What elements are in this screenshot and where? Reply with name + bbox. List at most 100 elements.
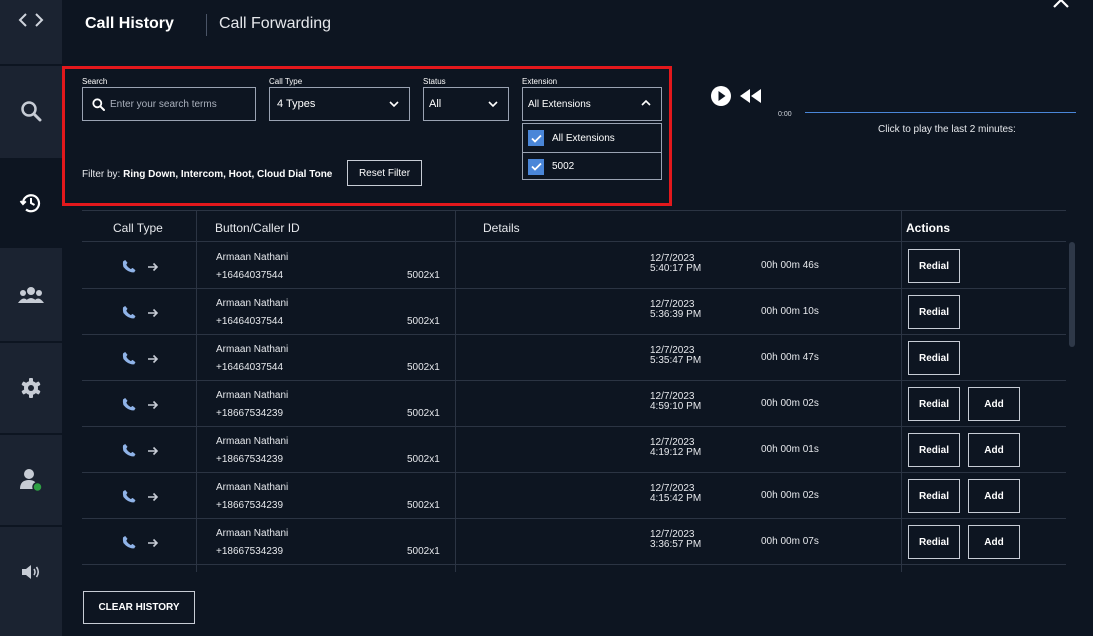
extension-option-label: All Extensions xyxy=(552,132,615,144)
call-time: 5:40:17 PM xyxy=(650,263,702,274)
search-input[interactable] xyxy=(110,98,240,110)
outgoing-arrow-icon xyxy=(147,308,159,318)
call-type-cell xyxy=(122,259,159,274)
reset-filter-button[interactable]: Reset Filter xyxy=(347,160,422,186)
progress-track[interactable] xyxy=(805,112,1076,113)
clear-history-button[interactable]: CLEAR HISTORY xyxy=(83,591,195,624)
extension-label: Extension xyxy=(522,77,558,86)
redial-button[interactable]: Redial xyxy=(908,387,960,421)
col-actions: Actions xyxy=(906,221,951,235)
outgoing-arrow-icon xyxy=(147,262,159,272)
table-header: Call Type Button/Caller ID Details Actio… xyxy=(82,210,1066,242)
outgoing-arrow-icon xyxy=(147,538,159,548)
outgoing-arrow-icon xyxy=(147,400,159,410)
call-type-cell xyxy=(122,351,159,366)
search-icon xyxy=(92,97,105,111)
add-contact-button[interactable]: Add xyxy=(968,525,1020,559)
caller-number: +18667534239 xyxy=(216,500,284,511)
checkbox-checked-icon[interactable] xyxy=(528,158,544,175)
contacts-nav-icon[interactable] xyxy=(0,250,62,340)
history-nav-icon[interactable] xyxy=(0,158,62,248)
checkbox-checked-icon[interactable] xyxy=(528,130,544,146)
redial-button[interactable]: Redial xyxy=(908,341,960,375)
tab-call-history[interactable]: Call History xyxy=(85,15,174,33)
add-contact-button[interactable]: Add xyxy=(968,433,1020,467)
filter-by-prefix: Filter by: xyxy=(82,169,124,180)
chevron-down-icon xyxy=(488,99,498,111)
redial-button[interactable]: Redial xyxy=(908,249,960,283)
extension-select[interactable]: All Extensions xyxy=(522,87,662,121)
redial-button[interactable]: Redial xyxy=(908,479,960,513)
call-datetime: 12/7/2023 5:35:47 PM xyxy=(650,346,701,366)
call-datetime: 12/7/2023 3:36:57 PM xyxy=(650,530,701,550)
caller-name: Armaan Nathani xyxy=(216,390,289,401)
table-row: Armaan Nathani +18667534239 5002x1 12/7/202… xyxy=(82,381,1066,427)
table-row: Armaan Nathani +16464037544 5002x1 12/7/202… xyxy=(82,289,1066,335)
redial-button[interactable]: Redial xyxy=(908,525,960,559)
caller-number: +18667534239 xyxy=(216,454,284,465)
caller-extension: 5002x1 xyxy=(407,362,440,373)
call-duration: 00h 00m 46s xyxy=(761,260,819,271)
extension-option-5002[interactable]: 5002 xyxy=(523,152,661,180)
call-time: 4:19:12 PM xyxy=(650,447,702,458)
phone-icon xyxy=(122,535,137,550)
status-value: All xyxy=(429,98,442,110)
caller-extension: 5002x1 xyxy=(407,454,440,465)
call-time: 5:35:47 PM xyxy=(650,355,702,366)
add-contact-button[interactable]: Add xyxy=(968,479,1020,513)
call-time: 5:36:39 PM xyxy=(650,309,702,320)
call-duration: 00h 00m 47s xyxy=(761,352,819,363)
caller-extension: 5002x1 xyxy=(407,546,440,557)
player-time: 0:00 xyxy=(778,111,792,118)
user-status-nav-icon[interactable] xyxy=(0,435,62,525)
table-row: Armaan Nathani +18667534239 5002x1 12/7/202… xyxy=(82,519,1066,565)
extension-option-all[interactable]: All Extensions xyxy=(523,124,661,152)
call-duration: 00h 00m 02s xyxy=(761,490,819,501)
call-time: 4:15:42 PM xyxy=(650,493,702,504)
caller-number: +18667534239 xyxy=(216,546,284,557)
volume-nav-icon[interactable] xyxy=(0,527,62,617)
caller-extension: 5002x1 xyxy=(407,316,440,327)
rewind-icon[interactable] xyxy=(740,89,762,108)
settings-nav-icon[interactable] xyxy=(0,343,62,433)
call-duration: 00h 00m 01s xyxy=(761,444,819,455)
caller-extension: 5002x1 xyxy=(407,270,440,281)
filter-by-value: Ring Down, Intercom, Hoot, Cloud Dial To… xyxy=(123,169,333,180)
call-duration: 00h 00m 10s xyxy=(761,306,819,317)
add-contact-button[interactable]: Add xyxy=(968,387,1020,421)
caller-name: Armaan Nathani xyxy=(216,482,289,493)
outgoing-arrow-icon xyxy=(147,446,159,456)
redial-button[interactable]: Redial xyxy=(908,295,960,329)
redial-button[interactable]: Redial xyxy=(908,433,960,467)
call-time: 4:59:10 PM xyxy=(650,401,702,412)
phone-icon xyxy=(122,443,137,458)
tab-call-forwarding[interactable]: Call Forwarding xyxy=(219,15,331,33)
table-scrollbar[interactable] xyxy=(1069,242,1075,347)
column-divider xyxy=(455,210,456,572)
table-row: Armaan Nathani +16464037544 5002x1 12/7/202… xyxy=(82,335,1066,381)
search-nav-icon[interactable] xyxy=(0,66,62,156)
player-hint: Click to play the last 2 minutes: xyxy=(878,124,1016,135)
play-icon[interactable] xyxy=(710,85,732,112)
extension-value: All Extensions xyxy=(528,98,591,110)
call-type-select[interactable]: 4 Types xyxy=(269,87,410,121)
caller-name: Armaan Nathani xyxy=(216,252,289,263)
call-type-cell xyxy=(122,443,159,458)
outgoing-arrow-icon xyxy=(147,354,159,364)
status-select[interactable]: All xyxy=(423,87,509,121)
code-toggle-icon[interactable] xyxy=(0,0,62,40)
filter-panel: Search Call Type 4 Types Status All Exte… xyxy=(62,66,672,206)
col-details: Details xyxy=(483,221,520,235)
search-field[interactable] xyxy=(82,87,256,121)
phone-icon xyxy=(122,259,137,274)
call-type-cell xyxy=(122,305,159,320)
extension-dropdown: All Extensions 5002 xyxy=(522,123,662,180)
chevron-down-icon xyxy=(389,99,399,111)
header: Call History Call Forwarding xyxy=(62,0,1093,48)
call-type-cell xyxy=(122,397,159,412)
phone-icon xyxy=(122,305,137,320)
filter-summary: Filter by: Ring Down, Intercom, Hoot, Cl… xyxy=(82,169,332,180)
table-row: Armaan Nathani +16464037544 5002x1 12/7/202… xyxy=(82,243,1066,289)
caller-number: +16464037544 xyxy=(216,316,284,327)
collapse-chevron-up-icon[interactable] xyxy=(1052,0,1070,15)
